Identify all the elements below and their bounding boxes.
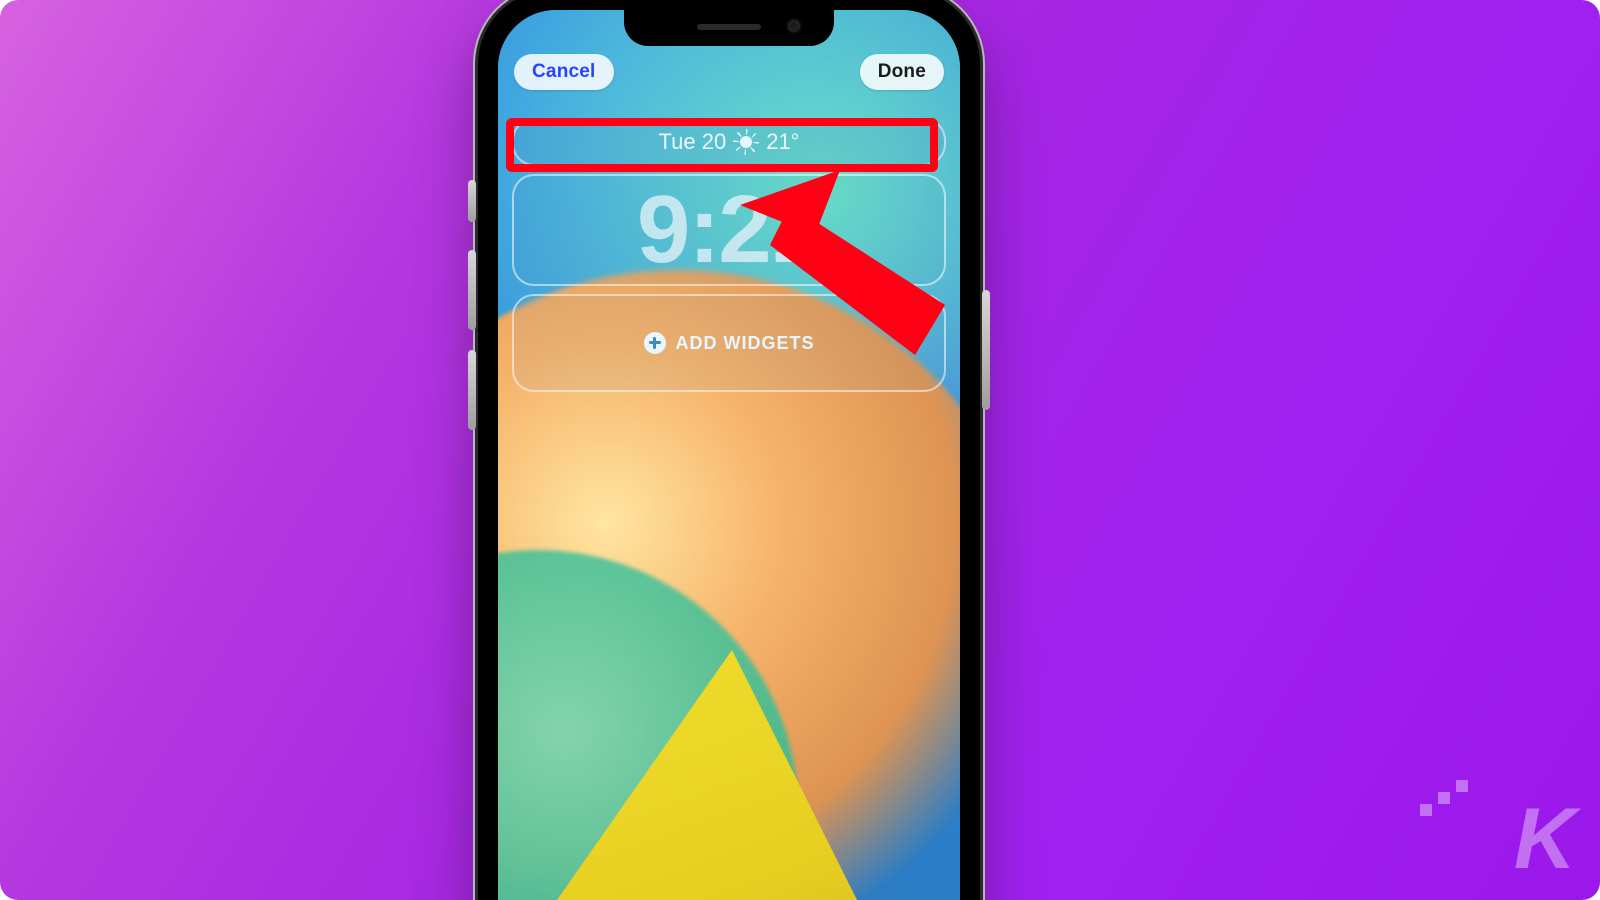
done-button[interactable]: Done [860,54,944,90]
speaker-grille [697,24,761,30]
phone-frame: Cancel Done Tue 20 21° 9:21 ADD WIDGETS [478,0,980,900]
volume-down-button[interactable] [468,350,476,430]
watermark: K [1514,796,1574,882]
editor-header: Cancel Done [498,46,960,94]
date-text: Tue 20 [659,129,727,155]
cancel-button[interactable]: Cancel [514,54,614,90]
watermark-dots-icon [1420,780,1490,820]
sun-icon [736,132,756,152]
plus-circle-icon [644,332,666,354]
clock-time: 9:21 [637,182,821,278]
watermark-letter: K [1514,791,1574,887]
add-widgets-slot[interactable]: ADD WIDGETS [512,294,946,392]
add-widgets-label: ADD WIDGETS [676,333,815,354]
time-widget[interactable]: 9:21 [512,174,946,286]
phone-screen: Cancel Done Tue 20 21° 9:21 ADD WIDGETS [498,10,960,900]
notch [624,10,834,46]
volume-up-button[interactable] [468,250,476,330]
front-camera [788,20,800,32]
stage: Cancel Done Tue 20 21° 9:21 ADD WIDGETS [0,0,1600,900]
mute-switch[interactable] [468,180,476,222]
power-button[interactable] [982,290,990,410]
date-weather-widget[interactable]: Tue 20 21° [512,118,946,166]
temperature-text: 21° [766,129,799,155]
